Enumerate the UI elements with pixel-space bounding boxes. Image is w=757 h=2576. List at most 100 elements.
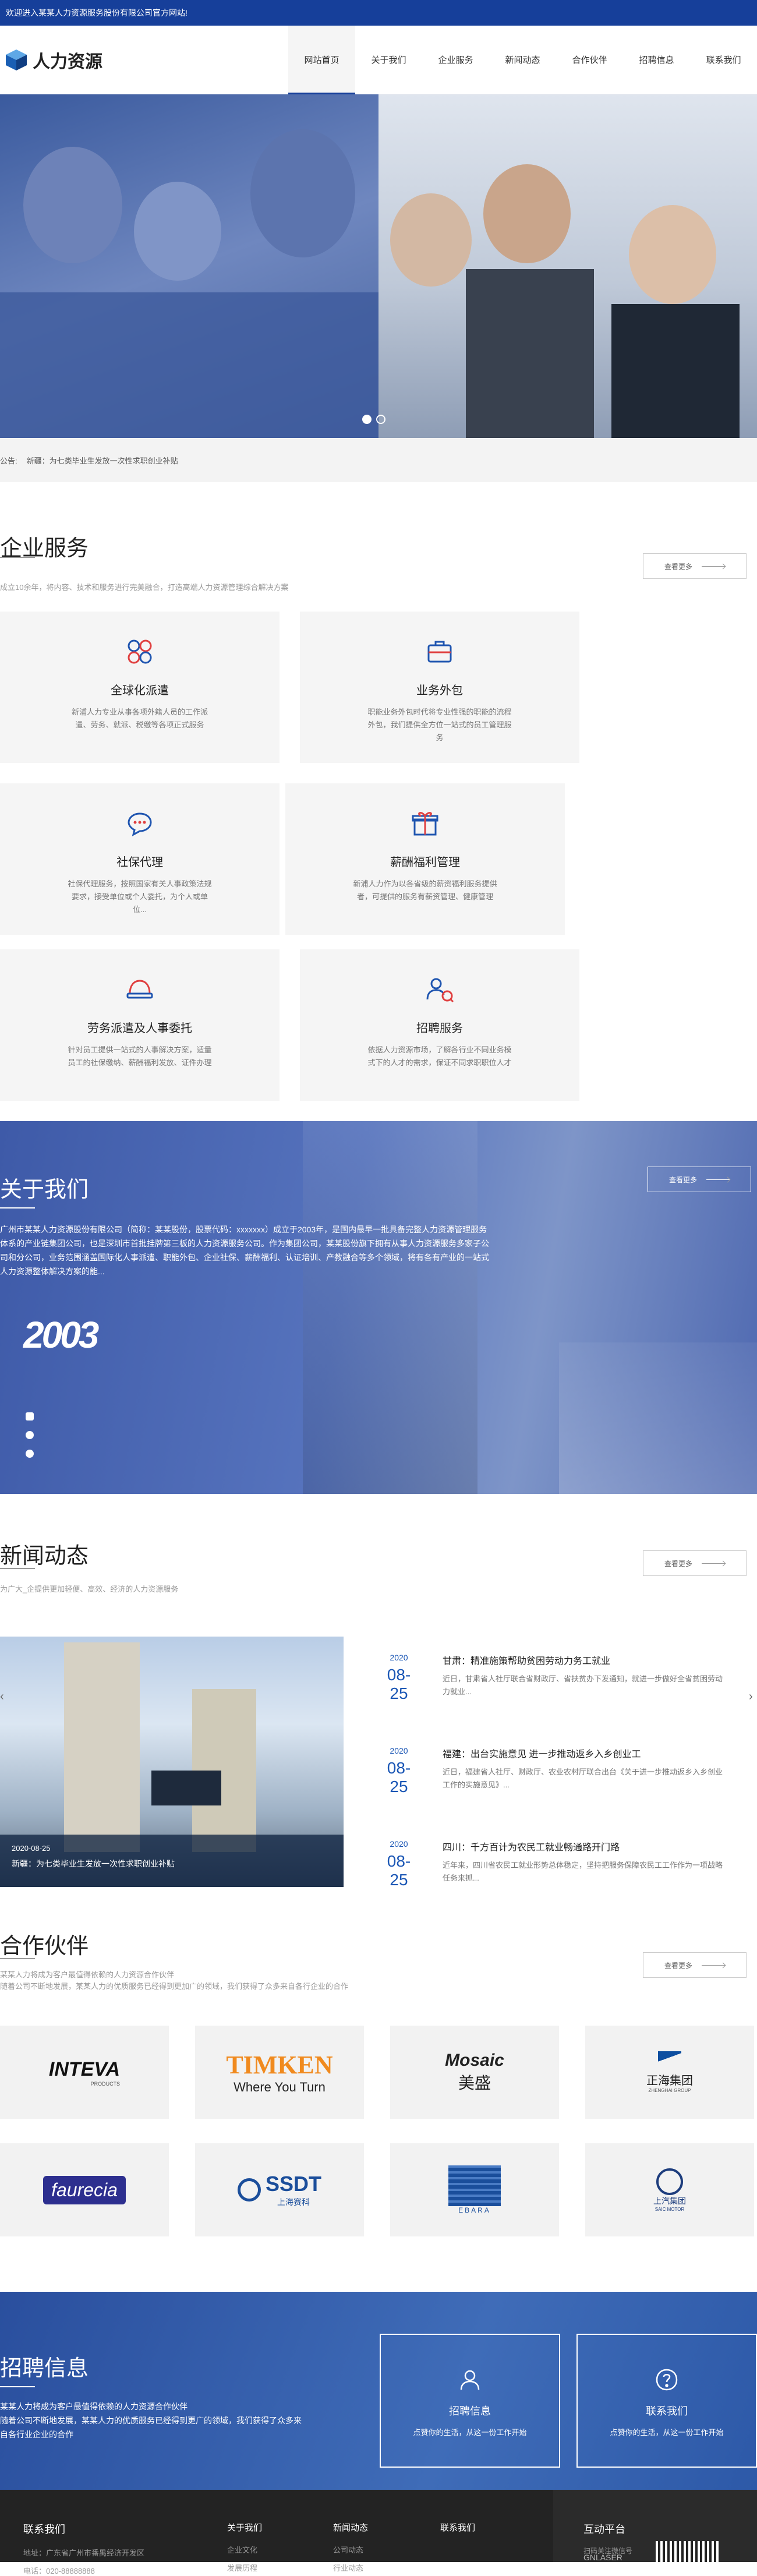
service-card-labor-dispatch[interactable]: 劳务派遣及人事委托 针对员工提供一站式的人事解决方案，适量员工的社保缴纳、薪酬福… bbox=[0, 949, 280, 1101]
partner-sub: 美盛 bbox=[458, 2074, 491, 2092]
welcome-text: 欢迎进入某某人力资源服务股份有限公司官方网站! bbox=[6, 8, 188, 17]
banner-person bbox=[390, 193, 472, 287]
building-screen bbox=[151, 1771, 221, 1805]
partners-subtitle-2: 随着公司不断地发展，某某人力的优质服务已经得到更加广的领域，我们获得了众多来自各… bbox=[0, 1982, 349, 1991]
news-section: 新闻动态 为广大_企提供更加轻便、高效、经济的人力资源服务 查看更多 2020-… bbox=[0, 1538, 757, 1922]
partners-more-button[interactable]: 查看更多 bbox=[643, 1952, 747, 1978]
about-side-icon[interactable] bbox=[26, 1450, 34, 1458]
news-item-title[interactable]: 甘肃：精准施策帮助贫困劳动力务工就业 bbox=[443, 1653, 728, 1667]
about-bg-figure bbox=[303, 1121, 477, 1494]
question-icon bbox=[656, 2369, 678, 2391]
news-featured-image[interactable]: 2020-08-25 新疆：为七类毕业生发放一次性求职创业补贴 bbox=[0, 1637, 344, 1887]
about-text: 广州市某某人力资源股份有限公司（简称：某某股份，股票代码：xxxxxxx）成立于… bbox=[0, 1225, 489, 1276]
qr-code-icon bbox=[656, 2541, 720, 2562]
briefcase-icon bbox=[427, 641, 452, 663]
news-day: 08-25 bbox=[387, 1759, 411, 1796]
news-date: 2020 08-25 bbox=[378, 1746, 419, 1796]
nav-home[interactable]: 网站首页 bbox=[288, 25, 355, 94]
service-card-desc: 新浦人力作为以各省级的薪资福利服务提供者，可提供的服务有薪资管理、健康管理 bbox=[353, 879, 497, 901]
partner-sub: 上海赛科 bbox=[277, 2197, 310, 2207]
service-card-payroll[interactable]: 薪酬福利管理 新浦人力作为以各省级的薪资福利服务提供者，可提供的服务有薪资管理、… bbox=[285, 783, 565, 935]
news-day: 08-25 bbox=[387, 1666, 411, 1702]
welcome-bar: 欢迎进入某某人力资源服务股份有限公司官方网站! bbox=[0, 0, 757, 26]
banner-person bbox=[23, 147, 122, 263]
recruit-box-sub: 点赞你的生活，从这一份工作开始 bbox=[413, 2428, 527, 2437]
nav-partners[interactable]: 合作伙伴 bbox=[556, 26, 623, 94]
footer-link[interactable]: 发展历程 bbox=[227, 2562, 262, 2573]
partner-logo-inteva[interactable]: INTEVA PRODUCTS bbox=[0, 2026, 169, 2119]
about-side-icon[interactable] bbox=[26, 1412, 34, 1420]
arrow-right-icon bbox=[702, 566, 725, 567]
service-card-outsourcing[interactable]: 业务外包 职能业务外包时代将专业性强的职能的流程外包，我们提供全方位一站式的员工… bbox=[300, 612, 579, 763]
recruit-text: 某某人力将成为客户最值得依赖的人力资源合作伙伴 随着公司不断地发展，某某人力的优… bbox=[0, 2402, 302, 2439]
nav-about[interactable]: 关于我们 bbox=[355, 26, 422, 94]
partners-section: 合作伙伴 某某人力将成为客户最值得依赖的人力资源合作伙伴 随着公司不断地发展，某… bbox=[0, 1922, 757, 2271]
footer-link[interactable]: 企业文化 bbox=[227, 2544, 262, 2555]
news-item-title[interactable]: 福建：出台实施意见 进一步推动返乡入乡创业工 bbox=[443, 1746, 728, 1760]
footer-col-title[interactable]: 联系我们 bbox=[440, 2521, 475, 2533]
nav-recruit[interactable]: 招聘信息 bbox=[623, 26, 690, 94]
services-more-button[interactable]: 查看更多 bbox=[643, 553, 747, 579]
services-title-line bbox=[0, 557, 35, 558]
footer-link[interactable]: 行业动态 bbox=[333, 2562, 368, 2573]
partner-name: EBARA bbox=[458, 2206, 491, 2214]
partner-logo-saic[interactable]: 上汽集团 SAIC MOTOR bbox=[585, 2143, 754, 2236]
banner-person bbox=[134, 182, 221, 281]
news-year: 2020 bbox=[390, 1746, 408, 1755]
partner-logo-mosaic[interactable]: Mosaic 美盛 bbox=[390, 2026, 559, 2119]
footer-col-about: 关于我们 企业文化 发展历程 bbox=[227, 2521, 262, 2573]
about-side-icon[interactable] bbox=[26, 1431, 34, 1439]
news-title: 新闻动态 bbox=[0, 1544, 89, 1568]
footer-col-title[interactable]: 关于我们 bbox=[227, 2521, 262, 2533]
contact-box[interactable]: 联系我们 点赞你的生活，从这一份工作开始 bbox=[576, 2334, 757, 2468]
arrow-right-icon bbox=[706, 1179, 730, 1180]
news-item-desc: 近年来，四川省农民工就业形势总体稳定，坚持把服务保障农民工工作作为一项战略任务来… bbox=[443, 1861, 723, 1882]
about-more-button[interactable]: 查看更多 bbox=[648, 1167, 751, 1192]
recruit-people-icon bbox=[426, 978, 454, 1003]
service-card-global[interactable]: 全球化派遣 新浦人力专业从事各项外籍人员的工作派遣、劳务、就派、税缴等各项正式服… bbox=[0, 612, 280, 763]
news-prev-arrow-icon[interactable]: ‹ bbox=[0, 1690, 8, 1706]
news-featured-date: 2020-08-25 bbox=[12, 1844, 51, 1853]
notice-text[interactable]: 新疆：为七类毕业生发放一次性求职创业补贴 bbox=[27, 455, 178, 466]
news-more-button[interactable]: 查看更多 bbox=[643, 1550, 747, 1576]
more-label: 查看更多 bbox=[668, 1175, 697, 1184]
partner-name: 正海集团 bbox=[646, 2075, 693, 2087]
about-section: 关于我们 广州市某某人力资源股份有限公司（简称：某某股份，股票代码：xxxxxx… bbox=[0, 1121, 757, 1494]
building bbox=[64, 1642, 140, 1852]
hero-banner[interactable] bbox=[0, 94, 757, 438]
recruit-info-box[interactable]: 招聘信息 点赞你的生活，从这一份工作开始 bbox=[380, 2334, 560, 2468]
news-day: 08-25 bbox=[387, 1852, 411, 1889]
banner-person bbox=[250, 129, 355, 257]
logo[interactable]: 人力资源 bbox=[5, 47, 102, 73]
partners-title: 合作伙伴 bbox=[0, 1934, 89, 1959]
service-card-desc: 社保代理服务，按照国家有关人事政策法规要求，接受单位或个人委托，为个人或单位..… bbox=[68, 879, 212, 914]
banner-dot-active[interactable] bbox=[362, 415, 372, 424]
news-item-title[interactable]: 四川：千方百计为农民工就业畅通路开门路 bbox=[443, 1839, 728, 1853]
nav-news[interactable]: 新闻动态 bbox=[489, 26, 556, 94]
service-card-title: 社保代理 bbox=[116, 856, 163, 869]
banner-suit bbox=[466, 269, 594, 438]
service-card-social-insurance[interactable]: 社保代理 社保代理服务，按照国家有关人事政策法规要求，接受单位或个人委托，为个人… bbox=[0, 783, 280, 935]
service-card-desc: 职能业务外包时代将专业性强的职能的流程外包，我们提供全方位一站式的员工管理服务 bbox=[367, 708, 512, 742]
news-title-line bbox=[0, 1568, 35, 1569]
footer-link[interactable]: 公司动态 bbox=[333, 2544, 368, 2555]
partner-logo-timken[interactable]: TIMKEN Where You Turn bbox=[195, 2026, 364, 2119]
nav-services[interactable]: 企业服务 bbox=[422, 26, 489, 94]
partner-logo-ebara[interactable]: EBARA bbox=[390, 2143, 559, 2236]
footer-contact: 联系我们 地址：广东省广州市番禺经济开发区 电话：020-88888888 bbox=[23, 2521, 144, 2576]
banner-dot[interactable] bbox=[376, 415, 385, 424]
news-item-desc: 近日，福建省人社厅、财政厅、农业农村厅联合出台《关于进一步推动返乡入乡创业工作的… bbox=[443, 1768, 723, 1789]
notice-label: 公告: bbox=[0, 456, 17, 465]
partner-logo-zhenghai[interactable]: 正海集团 ZHENGHAI GROUP bbox=[585, 2026, 754, 2119]
partner-logo-faurecia[interactable]: faurecia bbox=[0, 2143, 169, 2236]
partner-sub: PRODUCTS bbox=[90, 2080, 121, 2087]
news-next-arrow-icon[interactable]: › bbox=[749, 1690, 757, 1706]
ebara-logo-icon bbox=[448, 2165, 501, 2206]
service-card-recruitment[interactable]: 招聘服务 依据人力资源市场，了解各行业不同业务模式下的人才的需求，保证不同求职职… bbox=[300, 949, 579, 1101]
banner-person bbox=[483, 164, 571, 263]
nav-contact[interactable]: 联系我们 bbox=[690, 26, 757, 94]
footer-col-title[interactable]: 新闻动态 bbox=[333, 2521, 368, 2533]
footer: 联系我们 地址：广东省广州市番禺经济开发区 电话：020-88888888 关于… bbox=[0, 2490, 757, 2575]
partner-logo-ssdt[interactable]: SSDT 上海赛科 bbox=[195, 2143, 364, 2236]
contact-box-title: 联系我们 bbox=[646, 2405, 688, 2417]
